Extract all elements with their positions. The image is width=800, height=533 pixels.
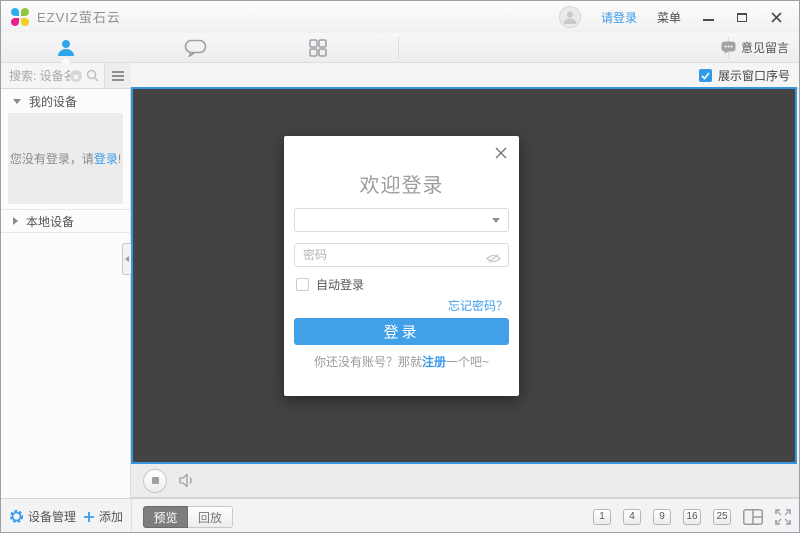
caret-down-icon [13, 98, 21, 104]
minimize-button[interactable] [701, 10, 715, 24]
split-layout-icon [743, 508, 763, 525]
login-dialog: 欢迎登录 自动登录 忘记密码？ 登录 你还没有账号？那就注册一个吧~ [284, 136, 519, 396]
tab-playback[interactable]: 回放 [188, 506, 233, 528]
fullscreen-icon [775, 508, 791, 525]
stop-icon [151, 477, 159, 484]
sidebar-section-my-devices[interactable]: 我的设备 [1, 89, 130, 113]
feedback-button[interactable]: 意见留言 [721, 33, 789, 62]
grid-icon [309, 38, 327, 57]
view-mode-tabs: 预览 回放 [143, 506, 233, 528]
dialog-close-icon [495, 147, 507, 159]
username-combo[interactable] [294, 208, 509, 232]
layout-25-button[interactable]: 25 [713, 508, 731, 525]
volume-button[interactable] [179, 473, 197, 488]
auto-login-label: 自动登录 [316, 278, 365, 292]
search-input[interactable] [1, 68, 70, 83]
login-notice-suffix: ! [117, 152, 122, 166]
maximize-icon [737, 12, 747, 22]
register-link[interactable]: 注册 [422, 355, 446, 369]
checkbox-checked-icon [698, 69, 712, 82]
list-menu-button[interactable] [104, 63, 131, 88]
feedback-bubble-icon [721, 41, 736, 54]
search-icon[interactable] [86, 69, 99, 82]
layout-16-button[interactable]: 16 [683, 508, 701, 525]
playback-controls [131, 464, 799, 498]
plus-icon [83, 511, 94, 522]
dialog-title: 欢迎登录 [359, 175, 444, 197]
layout-4-button[interactable]: 4 [623, 508, 641, 525]
register-prefix: 你还没有账号？那就 [313, 355, 422, 369]
dialog-close-button[interactable] [493, 145, 509, 161]
fullscreen-button[interactable] [775, 508, 791, 525]
forgot-password-link[interactable]: 忘记密码？ [448, 297, 508, 314]
titlebar-login-link[interactable]: 请登录 [601, 9, 637, 26]
clear-search-icon[interactable] [70, 69, 82, 82]
stop-button[interactable] [143, 468, 167, 493]
header-divider [398, 37, 399, 59]
message-icon [184, 39, 207, 57]
register-line: 你还没有账号？那就注册一个吧~ [284, 353, 519, 370]
password-input[interactable] [295, 244, 465, 266]
speaker-icon [179, 473, 192, 488]
sidebar-section-local-devices[interactable]: 本地设备 [1, 209, 130, 233]
titlebar-menu[interactable]: 菜单 [657, 9, 681, 26]
add-label: 添加 [98, 510, 123, 524]
search-zone [1, 63, 104, 88]
collapse-arrow-icon [125, 256, 129, 262]
sub-header: 展示窗口序号 [1, 63, 799, 89]
close-icon [770, 11, 782, 23]
titlebar: EZVIZ萤石云 请登录 菜单 [1, 1, 799, 33]
device-management-label: 设备管理 [28, 510, 77, 524]
close-button[interactable] [769, 10, 783, 24]
add-device-button[interactable]: 添加 [83, 508, 123, 525]
minimize-icon [702, 19, 714, 21]
sidebar-collapse-handle[interactable] [122, 243, 131, 275]
login-notice-panel: 您没有登录，请登录! [8, 113, 123, 204]
checkbox-unchecked-icon [296, 278, 309, 291]
titlebar-right: 请登录 菜单 [558, 1, 799, 33]
tab-gallery[interactable] [298, 33, 338, 62]
app-window: EZVIZ萤石云 请登录 菜单 意见留言 搜索: 设备名 展示窗口序号 我的设备… [0, 0, 800, 533]
maximize-button[interactable] [735, 10, 749, 24]
sidebar: 我的设备 您没有登录，请登录! 本地设备 [1, 89, 131, 498]
login-notice-link[interactable]: 登录 [94, 152, 118, 166]
layout-controls: 1 4 9 16 25 [593, 499, 791, 532]
layout-1-button[interactable]: 1 [593, 508, 611, 525]
login-notice-text: 您没有登录，请 [9, 152, 94, 166]
password-field [294, 243, 509, 267]
avatar[interactable] [558, 6, 581, 28]
show-window-number-toggle[interactable]: 展示窗口序号 [698, 63, 790, 88]
device-management-button[interactable]: 设备管理 [9, 508, 76, 525]
login-button[interactable]: 登录 [294, 318, 509, 345]
brand: EZVIZ萤石云 [11, 7, 121, 26]
show-window-number-label: 展示窗口序号 [717, 69, 790, 83]
eye-slash-icon[interactable] [486, 251, 501, 269]
split-layout-button[interactable] [743, 508, 763, 525]
tab-header: 意见留言 [1, 33, 799, 63]
register-suffix: 一个吧~ [446, 355, 490, 369]
bottom-left: 设备管理 添加 [1, 499, 132, 532]
local-devices-label: 本地设备 [26, 214, 75, 229]
gear-icon [10, 510, 23, 523]
app-title: EZVIZ萤石云 [37, 10, 121, 25]
my-devices-label: 我的设备 [29, 94, 78, 109]
caret-right-icon [13, 217, 18, 225]
auto-login-toggle[interactable]: 自动登录 [296, 276, 364, 293]
bottom-bar: 设备管理 添加 预览 回放 1 4 9 16 25 [1, 498, 799, 532]
tab-preview[interactable]: 预览 [143, 506, 188, 528]
ezviz-logo-icon [11, 7, 29, 26]
layout-9-button[interactable]: 9 [653, 508, 671, 525]
tab-messages[interactable] [176, 33, 216, 62]
feedback-label: 意见留言 [740, 41, 789, 55]
user-silhouette-icon [563, 11, 577, 24]
combo-chevron-down-icon[interactable] [492, 218, 500, 223]
user-icon [58, 39, 74, 56]
